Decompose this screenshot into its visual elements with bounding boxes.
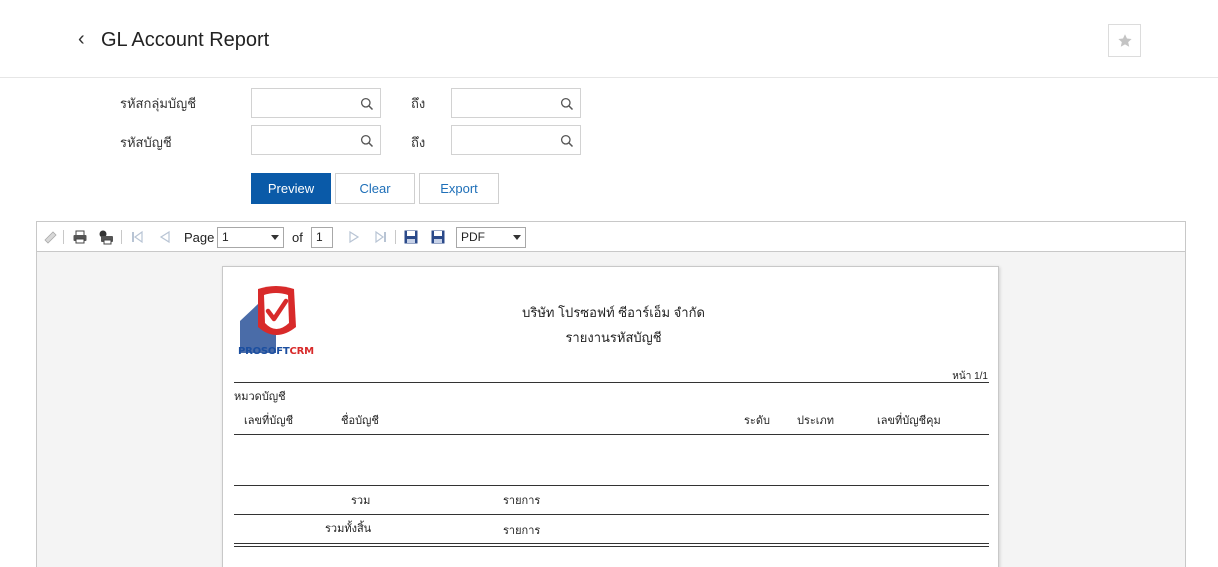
grand-total-label: รวมทั้งสิ้น xyxy=(325,523,372,535)
toolbar-divider xyxy=(395,230,396,244)
subtotal-unit: รายการ xyxy=(503,495,541,507)
previous-page-icon[interactable] xyxy=(157,229,173,245)
column-header: ระดับ xyxy=(744,415,770,427)
to-label: ถึง xyxy=(411,96,426,111)
report-divider xyxy=(234,485,989,486)
total-pages-field: 1 xyxy=(311,227,333,248)
to-label: ถึง xyxy=(411,135,426,150)
chevron-left-icon[interactable]: ‹ xyxy=(78,28,94,50)
report-title: รายงานรหัสบัญชี xyxy=(565,330,662,345)
report-double-rule xyxy=(234,543,989,544)
clear-button[interactable]: Clear xyxy=(335,173,415,204)
account-code-from-field[interactable] xyxy=(251,125,381,155)
toolbar-divider xyxy=(63,230,64,244)
column-header: เลขที่บัญชี xyxy=(244,415,294,427)
page-select-value: 1 xyxy=(222,230,229,244)
preview-button[interactable]: Preview xyxy=(251,173,331,204)
print-setup-icon[interactable] xyxy=(98,229,114,245)
grand-total-unit: รายการ xyxy=(503,525,541,537)
report-toolbar: Page 1 of 1 PDF xyxy=(37,222,1185,252)
next-page-icon[interactable] xyxy=(346,229,362,245)
column-header: ชื่อบัญชี xyxy=(341,415,379,427)
first-page-icon[interactable] xyxy=(129,229,145,245)
report-page: PROSOFTCRM บริษัท โปรซอฟท์ ซีอาร์เอ็ม จำ… xyxy=(222,266,999,567)
account-code-label: รหัสบัญชี xyxy=(120,135,172,150)
group-code-label: รหัสกลุ่มบัญชี xyxy=(120,96,197,111)
export-save-icon[interactable] xyxy=(430,229,446,245)
column-header: ประเภท xyxy=(797,415,835,427)
of-label: of xyxy=(292,230,303,245)
export-format-value: PDF xyxy=(461,230,485,244)
page-label: Page xyxy=(184,230,215,245)
search-icon[interactable] xyxy=(360,97,374,111)
toolbar-divider xyxy=(121,230,122,244)
favorite-button[interactable] xyxy=(1108,24,1141,57)
report-company-name: บริษัท โปรซอฟท์ ซีอาร์เอ็ม จำกัด xyxy=(522,305,705,320)
export-format-select[interactable]: PDF xyxy=(456,227,526,248)
account-code-to-field[interactable] xyxy=(451,125,581,155)
chevron-down-icon xyxy=(271,235,279,240)
group-code-to-field[interactable] xyxy=(451,88,581,118)
export-button[interactable]: Export xyxy=(419,173,499,204)
search-icon[interactable] xyxy=(560,97,574,111)
subtotal-label: รวม xyxy=(351,495,371,507)
refresh-icon[interactable] xyxy=(43,229,59,245)
save-icon[interactable] xyxy=(403,229,419,245)
report-double-rule xyxy=(234,546,989,547)
report-divider xyxy=(234,382,989,383)
column-header: เลขที่บัญชีคุม xyxy=(877,415,941,427)
page-select[interactable]: 1 xyxy=(217,227,284,248)
last-page-icon[interactable] xyxy=(373,229,389,245)
page-title: GL Account Report xyxy=(101,29,270,51)
report-divider xyxy=(234,514,989,515)
report-viewer: Page 1 of 1 PDF PROSOFTCRM บริษัท โปรซอฟ… xyxy=(36,221,1186,567)
search-icon[interactable] xyxy=(560,134,574,148)
print-icon[interactable] xyxy=(72,229,88,245)
page-header: ‹ GL Account Report xyxy=(0,0,1218,78)
star-icon xyxy=(1117,33,1132,47)
account-category-label: หมวดบัญชี xyxy=(234,391,286,403)
chevron-down-icon xyxy=(513,235,521,240)
report-divider xyxy=(234,434,989,435)
group-code-from-field[interactable] xyxy=(251,88,381,118)
search-icon[interactable] xyxy=(360,134,374,148)
